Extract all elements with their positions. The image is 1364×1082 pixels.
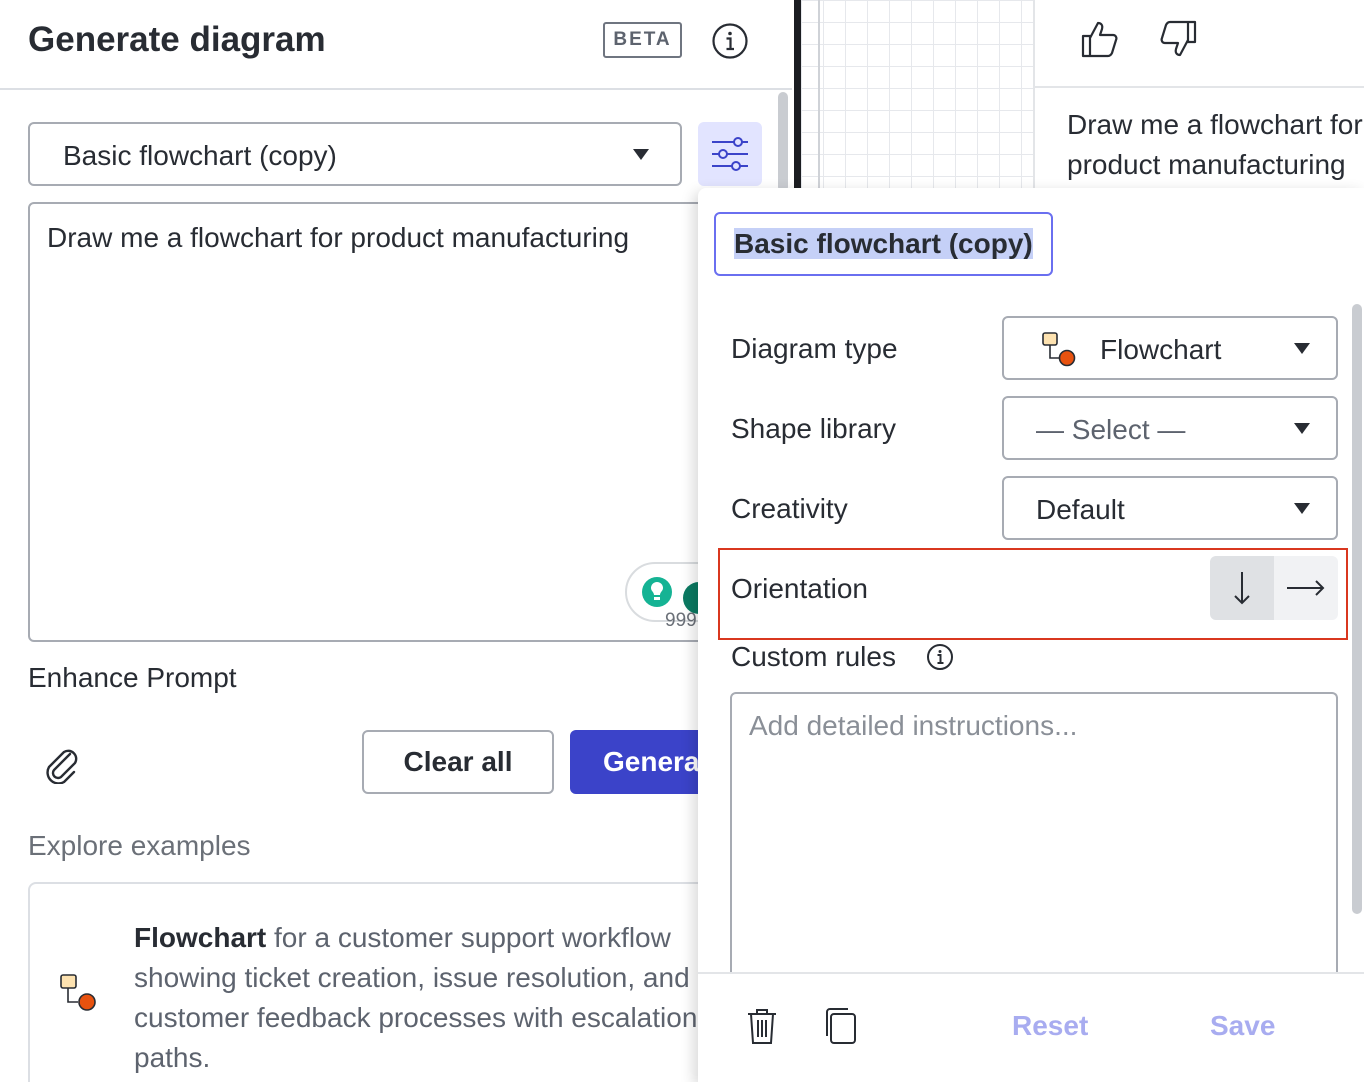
shape-library-select[interactable]: — Select — bbox=[1002, 396, 1338, 460]
custom-rules-textarea[interactable]: Add detailed instructions... bbox=[730, 692, 1338, 982]
diagram-type-select[interactable]: Flowchart bbox=[1002, 316, 1338, 380]
trash-icon[interactable] bbox=[742, 1006, 782, 1046]
flowchart-icon bbox=[1040, 330, 1080, 370]
info-icon[interactable] bbox=[926, 643, 954, 671]
sliders-icon bbox=[712, 137, 748, 171]
arrow-right-icon bbox=[1287, 580, 1325, 596]
arrow-down-icon bbox=[1234, 572, 1250, 605]
preset-name-field[interactable]: Basic flowchart (copy) bbox=[714, 212, 1053, 276]
info-icon[interactable] bbox=[711, 22, 749, 60]
chevron-down-icon bbox=[1294, 503, 1310, 514]
reset-button[interactable]: Reset bbox=[1012, 1010, 1088, 1042]
chat-feedback-bar bbox=[1035, 0, 1364, 88]
prompt-text: Draw me a flowchart for product manufact… bbox=[47, 222, 630, 253]
preset-select-value: Basic flowchart (copy) bbox=[63, 140, 337, 171]
orientation-vertical-button[interactable] bbox=[1210, 556, 1274, 620]
creativity-select[interactable]: Default bbox=[1002, 476, 1338, 540]
thumbs-up-icon[interactable] bbox=[1079, 18, 1121, 60]
example-type: Flowchart bbox=[134, 922, 267, 953]
chevron-down-icon bbox=[1294, 343, 1310, 354]
beta-badge: BETA bbox=[603, 22, 682, 58]
popover-scrollbar[interactable] bbox=[1352, 304, 1362, 914]
panel-header: Generate diagram BETA bbox=[0, 0, 792, 90]
custom-rules-label: Custom rules bbox=[731, 641, 896, 672]
clear-all-button[interactable]: Clear all bbox=[362, 730, 554, 794]
settings-sliders-button[interactable] bbox=[698, 122, 762, 186]
chat-message: Draw me a flowchart for product manufact… bbox=[1067, 109, 1363, 180]
prompt-textarea[interactable]: Draw me a flowchart for product manufact… bbox=[28, 202, 728, 642]
creativity-value: Default bbox=[1036, 494, 1125, 525]
canvas-edge bbox=[818, 0, 820, 190]
diagram-type-label: Diagram type bbox=[731, 333, 898, 364]
paperclip-icon[interactable] bbox=[40, 742, 82, 785]
explore-examples-heading: Explore examples bbox=[28, 830, 251, 861]
chevron-down-icon bbox=[1294, 423, 1310, 434]
page-title: Generate diagram bbox=[28, 20, 326, 59]
thumbs-down-icon[interactable] bbox=[1157, 18, 1199, 60]
generate-diagram-panel: Generate diagram BETA Basic flowchart (c… bbox=[0, 0, 792, 1082]
orientation-label: Orientation bbox=[731, 573, 868, 604]
copy-icon[interactable] bbox=[822, 1006, 862, 1046]
example-description: Flowchart for a customer support workflo… bbox=[134, 918, 724, 1078]
prompt-settings-popover: Basic flowchart (copy) Diagram type Flow… bbox=[698, 188, 1364, 1082]
custom-rules-placeholder: Add detailed instructions... bbox=[749, 710, 1078, 741]
diagram-type-value: Flowchart bbox=[1100, 334, 1222, 365]
enhance-prompt-label[interactable]: Enhance Prompt bbox=[28, 662, 237, 694]
chevron-down-icon bbox=[633, 149, 649, 160]
grammar-count: 999 bbox=[665, 610, 697, 631]
shape-library-value: — Select — bbox=[1036, 414, 1186, 445]
creativity-label: Creativity bbox=[731, 493, 848, 524]
panel-resize-handle[interactable] bbox=[794, 0, 801, 200]
save-button[interactable]: Save bbox=[1210, 1010, 1275, 1042]
chat-panel: Draw me a flowchart for product manufact… bbox=[1033, 0, 1364, 190]
preset-name-text: Basic flowchart (copy) bbox=[734, 228, 1033, 259]
left-scrollbar[interactable] bbox=[778, 92, 788, 192]
diagram-canvas[interactable] bbox=[801, 0, 1033, 190]
flowchart-icon bbox=[58, 972, 100, 1014]
shape-library-label: Shape library bbox=[731, 413, 896, 444]
orientation-horizontal-button[interactable] bbox=[1274, 556, 1338, 620]
popover-footer: Reset Save bbox=[698, 972, 1364, 1082]
preset-select[interactable]: Basic flowchart (copy) bbox=[28, 122, 682, 186]
